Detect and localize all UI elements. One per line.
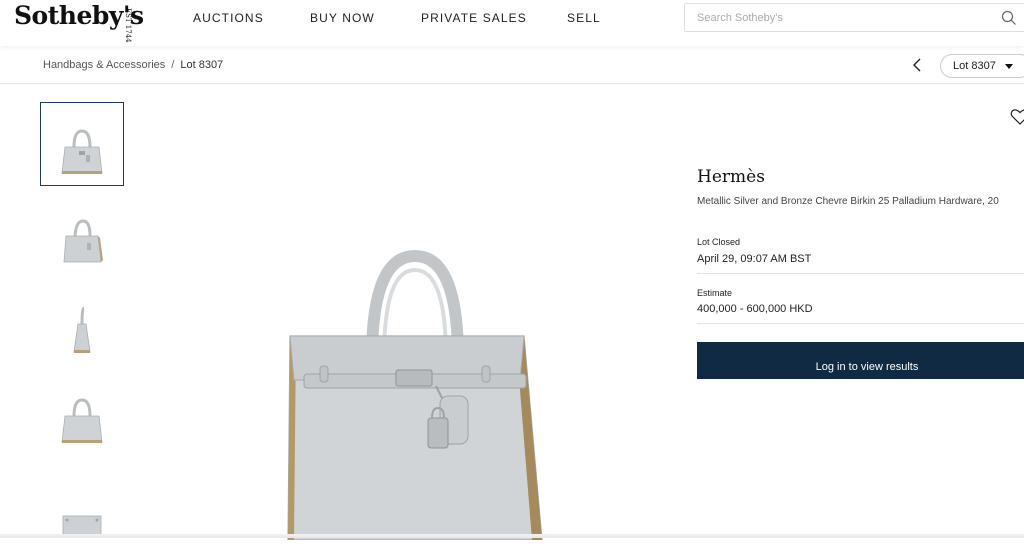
thumbnail-side[interactable] xyxy=(40,282,124,366)
thumbnail-back[interactable] xyxy=(40,372,124,456)
nav-private-sales[interactable]: PRIVATE SALES xyxy=(421,11,527,25)
lot-title: Metallic Silver and Bronze Chevre Birkin… xyxy=(697,196,999,207)
divider xyxy=(0,83,1024,84)
bag-thumbnail-image xyxy=(61,398,103,443)
divider xyxy=(697,323,1024,324)
search-icon[interactable] xyxy=(1001,10,1017,26)
main-product-image[interactable] xyxy=(280,248,550,540)
nav-buy-now[interactable]: BUY NOW xyxy=(310,11,375,25)
estimate-label: Estimate xyxy=(697,288,733,298)
breadcrumb: Handbags & Accessories / Lot 8307 xyxy=(43,59,223,71)
logo-established: EST 1744 xyxy=(124,8,132,43)
divider xyxy=(697,273,1024,274)
breadcrumb-current: Lot 8307 xyxy=(180,59,224,71)
nav-auctions[interactable]: AUCTIONS xyxy=(193,11,264,25)
caret-down-icon xyxy=(1005,64,1013,69)
lot-brand: Hermès xyxy=(697,167,765,187)
estimate-value: 400,000 - 600,000 HKD xyxy=(697,303,813,315)
search-box xyxy=(684,3,1024,32)
heart-icon[interactable] xyxy=(1010,108,1024,126)
bag-thumbnail-image xyxy=(73,306,91,353)
search-input[interactable] xyxy=(685,4,985,31)
lot-selector-label: Lot 8307 xyxy=(953,60,996,72)
login-to-view-results-button[interactable]: Log in to view results xyxy=(697,342,1024,379)
chevron-left-icon[interactable] xyxy=(909,56,927,74)
thumbnail-front[interactable] xyxy=(40,102,124,186)
breadcrumb-separator: / xyxy=(171,59,175,71)
bag-thumbnail-image xyxy=(63,219,103,263)
thumbnail-three-quarter[interactable] xyxy=(40,192,124,276)
bag-thumbnail-image xyxy=(61,129,103,174)
lot-selector-dropdown[interactable]: Lot 8307 xyxy=(940,54,1024,78)
lot-status-label: Lot Closed xyxy=(697,237,741,247)
nav-sell[interactable]: SELL xyxy=(567,11,601,25)
divider xyxy=(0,534,1024,538)
breadcrumb-category[interactable]: Handbags & Accessories xyxy=(43,59,165,71)
lot-closed-date: April 29, 09:07 AM BST xyxy=(697,253,812,265)
top-navigation: Sotheby's EST 1744 AUCTIONS BUY NOW PRIV… xyxy=(0,0,1024,46)
